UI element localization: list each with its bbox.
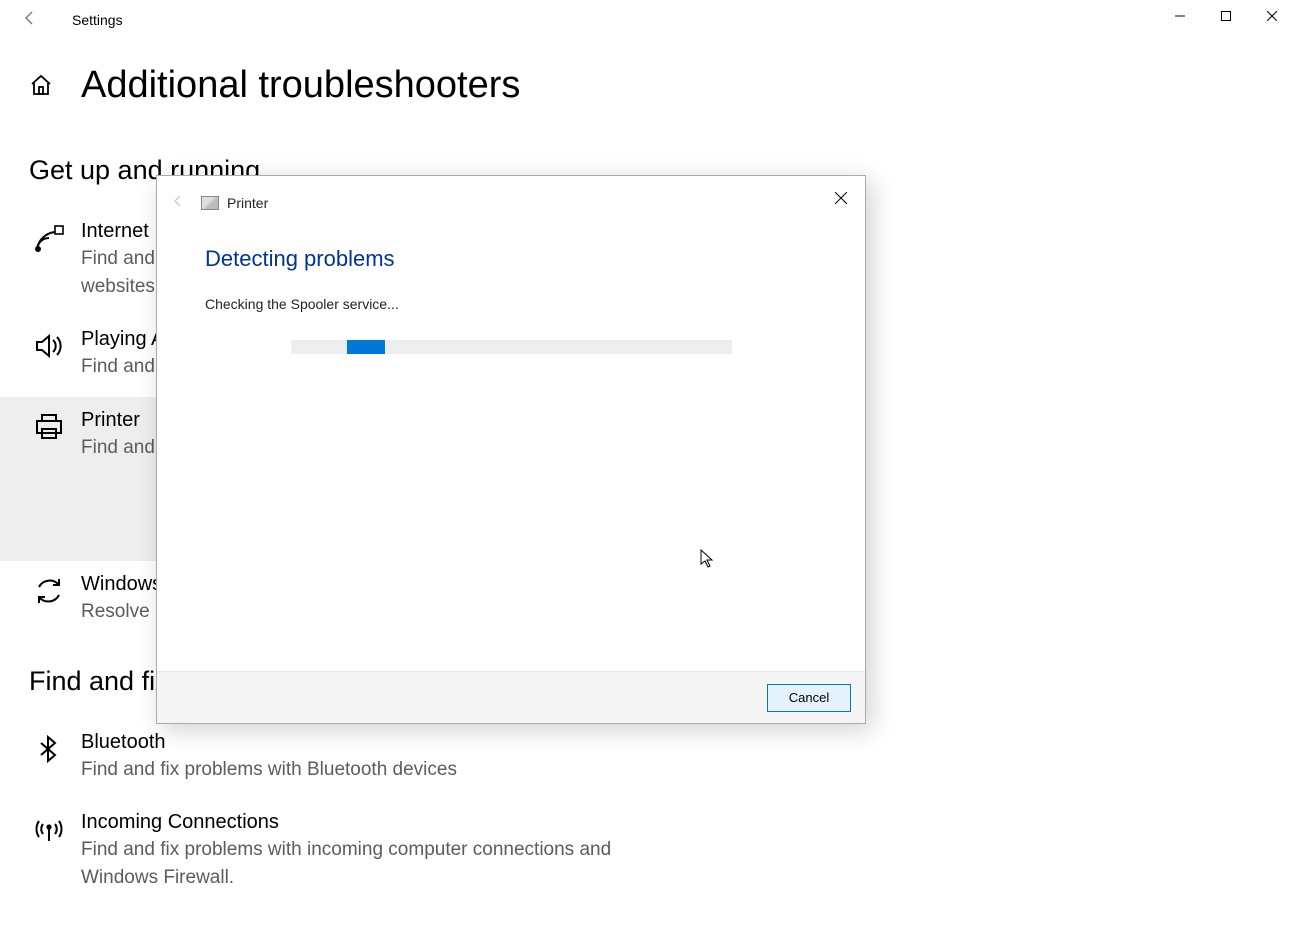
progress-bar [291, 340, 732, 354]
minimize-button[interactable] [1157, 0, 1203, 32]
dialog-status-text: Checking the Spooler service... [205, 296, 865, 312]
close-button[interactable] [1249, 0, 1295, 32]
dialog-close-button[interactable] [825, 182, 857, 214]
app-title: Settings [72, 12, 123, 28]
page-header: Additional troubleshooters [0, 40, 1295, 119]
back-button[interactable] [22, 10, 38, 31]
home-icon[interactable] [29, 73, 53, 102]
bluetooth-icon [29, 733, 69, 765]
ts-desc: Find and fix problems with Bluetooth dev… [81, 756, 457, 784]
dialog-title: Printer [227, 195, 268, 211]
dialog-footer: Cancel [157, 671, 865, 723]
dialog-back-button [171, 194, 185, 212]
troubleshooter-list-2: Bluetooth Find and fix problems with Blu… [0, 719, 1295, 908]
troubleshooter-dialog: Printer Detecting problems Checking the … [156, 175, 866, 724]
dialog-section-title: Detecting problems [205, 246, 865, 272]
progress-indicator [347, 340, 385, 354]
ts-item-bluetooth[interactable]: Bluetooth Find and fix problems with Blu… [0, 719, 660, 800]
printer-small-icon [201, 196, 219, 210]
printer-icon [29, 411, 69, 443]
ts-item-incoming-connections[interactable]: Incoming Connections Find and fix proble… [0, 799, 660, 907]
window-controls [1157, 0, 1295, 32]
wifi-icon [29, 222, 69, 254]
speaker-icon [29, 330, 69, 362]
maximize-button[interactable] [1203, 0, 1249, 32]
ts-title: Bluetooth [81, 731, 457, 754]
titlebar: Settings [0, 0, 1295, 40]
page-title: Additional troubleshooters [81, 64, 520, 107]
ts-desc: Find and fix problems with incoming comp… [81, 836, 621, 891]
dialog-header: Printer [157, 176, 865, 212]
cancel-button[interactable]: Cancel [767, 684, 851, 712]
sync-icon [29, 575, 69, 607]
antenna-icon [29, 813, 69, 845]
ts-title: Incoming Connections [81, 811, 621, 834]
